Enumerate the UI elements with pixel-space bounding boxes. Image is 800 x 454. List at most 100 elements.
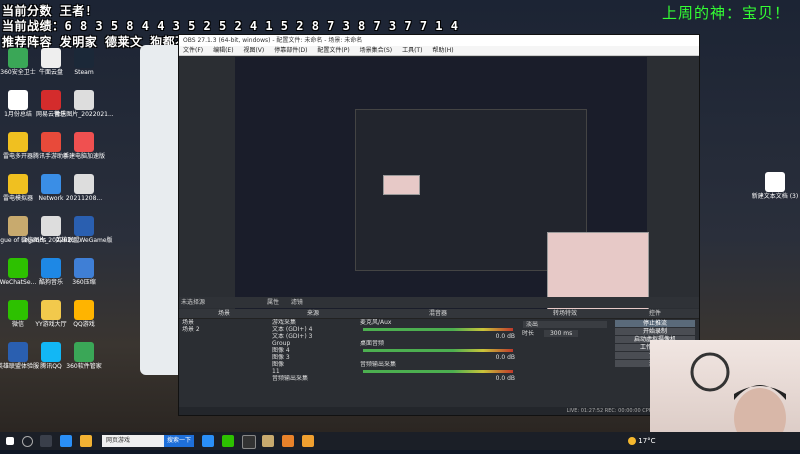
desktop-icon[interactable]: 新建电脑加速版 [54, 132, 114, 160]
obs-title-bar: OBS 27.1.3 (64-bit, windows) - 配置文件: 未命名… [179, 35, 699, 46]
mixer-meter [363, 370, 513, 373]
weather-temp: 17°C [638, 437, 656, 445]
source-item[interactable]: 音频输出采集 [269, 375, 357, 382]
taskbar-app-icon[interactable] [262, 435, 274, 447]
edge-icon[interactable] [60, 435, 72, 447]
taskbar-app-icon[interactable] [282, 435, 294, 447]
menu-help[interactable]: 帮助(H) [432, 47, 453, 54]
desktop-icon[interactable]: 微信图片_2022021... [54, 90, 114, 118]
desktop-icon[interactable]: QQ游戏 [54, 300, 114, 328]
source-item[interactable]: 图像 [269, 361, 357, 368]
source-item[interactable]: 图像 4 [269, 347, 357, 354]
mixer-channel-label: 桌面音频 [360, 340, 385, 347]
obs-window: OBS 27.1.3 (64-bit, windows) - 配置文件: 未命名… [178, 34, 700, 416]
menu-file[interactable]: 文件(F) [183, 47, 203, 54]
task-view-icon[interactable] [40, 435, 52, 447]
mixer-level: 0.0 dB [495, 354, 515, 361]
source-item[interactable]: Group [269, 340, 357, 347]
source-item[interactable]: 文本 (GDI+) 4 [269, 326, 357, 333]
mixer-channel-label: 麦克风/Aux [360, 319, 392, 326]
file-explorer-icon[interactable] [80, 435, 92, 447]
taskbar-search[interactable]: 网页游戏 搜索一下 [102, 435, 194, 447]
windows-start-icon[interactable] [6, 437, 14, 445]
desktop-icon[interactable]: 英雄联盟WeGame版 [54, 216, 114, 244]
desktop-icon-label: 英雄联盟WeGame版 [55, 237, 113, 244]
desktop-icon[interactable]: Steam [54, 48, 114, 76]
desktop-icon-label: 360软件管家 [66, 363, 102, 370]
overlay-god: 上周的神：宝贝！ [661, 4, 790, 22]
filters-button[interactable]: 滤镜 [291, 299, 303, 306]
scenes-dock: 场景 场景 场景 2 [179, 309, 270, 404]
app-icon [74, 174, 94, 194]
properties-button[interactable]: 属性 [267, 299, 279, 306]
app-icon [74, 48, 94, 68]
menu-profile[interactable]: 配置文件(P) [317, 47, 349, 54]
desktop-icon[interactable]: 20211208... [54, 174, 114, 202]
taskbar-app-icon[interactable] [222, 435, 234, 447]
menu-view[interactable]: 视图(V) [243, 47, 264, 54]
search-button[interactable]: 搜索一下 [163, 435, 194, 447]
source-toolbar: 未选择源 属性 滤镜 [179, 297, 699, 308]
sources-dock: 来源 游戏采集 文本 (GDI+) 4 文本 (GDI+) 3 Group 图像… [269, 309, 358, 404]
app-icon [74, 342, 94, 362]
mixer-meter [363, 349, 513, 352]
mixer-channel-label: 音频输出采集 [360, 361, 397, 368]
scene-item[interactable]: 场景 2 [179, 326, 269, 333]
mixer-title: 混音器 [357, 309, 519, 319]
wegame-taskbar-icon[interactable] [302, 435, 314, 447]
weather[interactable]: 17°C [628, 435, 656, 447]
obs-status-bar: LIVE: 01:27:52 REC: 00:00:00 CPU: 8.7%, … [179, 407, 699, 415]
ring-light-icon [690, 352, 730, 392]
menu-docks[interactable]: 停靠部件(D) [274, 47, 307, 54]
mixer-level: 0.0 dB [495, 375, 515, 382]
stop-streaming-button[interactable]: 停止推流 [615, 320, 695, 327]
menu-edit[interactable]: 编辑(E) [213, 47, 233, 54]
app-icon [74, 90, 94, 110]
desktop-icon-label: 新建文本文档 (3) [751, 193, 799, 200]
text-file-icon [765, 172, 785, 192]
app-icon [74, 216, 94, 236]
desktop-icon-label: 360压缩 [72, 279, 96, 286]
search-icon[interactable] [22, 436, 33, 447]
menu-tools[interactable]: 工具(T) [402, 47, 422, 54]
nested-webcam [383, 175, 420, 195]
scenes-title: 场景 [179, 309, 269, 319]
taskbar-app-icon[interactable] [202, 435, 214, 447]
transition-select[interactable]: 淡出 [523, 321, 607, 328]
duration-row: 时长 300 ms [519, 330, 611, 337]
app-icon [74, 300, 94, 320]
sources-title: 来源 [269, 309, 357, 319]
desktop-icon[interactable]: 360软件管家 [54, 342, 114, 370]
controls-title: 控件 [611, 309, 699, 319]
duration-label: 时长 [522, 330, 535, 337]
sun-icon [628, 437, 636, 445]
obs-taskbar-icon[interactable] [242, 435, 256, 449]
mixer-dock: 混音器 麦克风/Aux 0.0 dB 桌面音频 0.0 dB 音频输出采集 0.… [357, 309, 520, 404]
duration-input[interactable]: 300 ms [543, 330, 579, 337]
desktop-icon-label: 微信图片_2022021... [54, 111, 114, 118]
desktop-icon-label: QQ游戏 [73, 321, 95, 328]
desktop-icon-label: 新建电脑加速版 [62, 153, 105, 160]
scene-item[interactable]: 场景 [179, 319, 269, 326]
desktop-icon-label: 20211208... [65, 195, 103, 202]
app-icon [74, 132, 94, 152]
mixer-level: 0.0 dB [495, 333, 515, 340]
start-recording-button[interactable]: 开始录制 [615, 328, 695, 335]
desktop-icon[interactable]: 新建文本文档 (3) [745, 172, 800, 200]
transitions-title: 转场特效 [519, 309, 611, 319]
source-item[interactable]: 游戏采集 [269, 319, 357, 326]
transitions-dock: 转场特效 淡出 时长 300 ms [519, 309, 612, 404]
source-item[interactable]: 图像 3 [269, 354, 357, 361]
source-item[interactable]: 文本 (GDI+) 3 [269, 333, 357, 340]
obs-preview[interactable] [235, 57, 649, 327]
source-item[interactable]: 11 [269, 368, 357, 375]
desktop-icon[interactable]: 360压缩 [54, 258, 114, 286]
desktop-icon-label: Steam [74, 69, 94, 76]
app-icon [74, 258, 94, 278]
menu-scene-collection[interactable]: 场景集合(S) [360, 47, 393, 54]
no-source-hint: 未选择源 [181, 299, 206, 306]
mixer-meter [363, 328, 513, 331]
obs-menu-bar: 文件(F) 编辑(E) 视图(V) 停靠部件(D) 配置文件(P) 场景集合(S… [179, 46, 699, 56]
search-placeholder: 网页游戏 [106, 437, 131, 444]
taskbar: 网页游戏 搜索一下 17°C [0, 432, 800, 450]
